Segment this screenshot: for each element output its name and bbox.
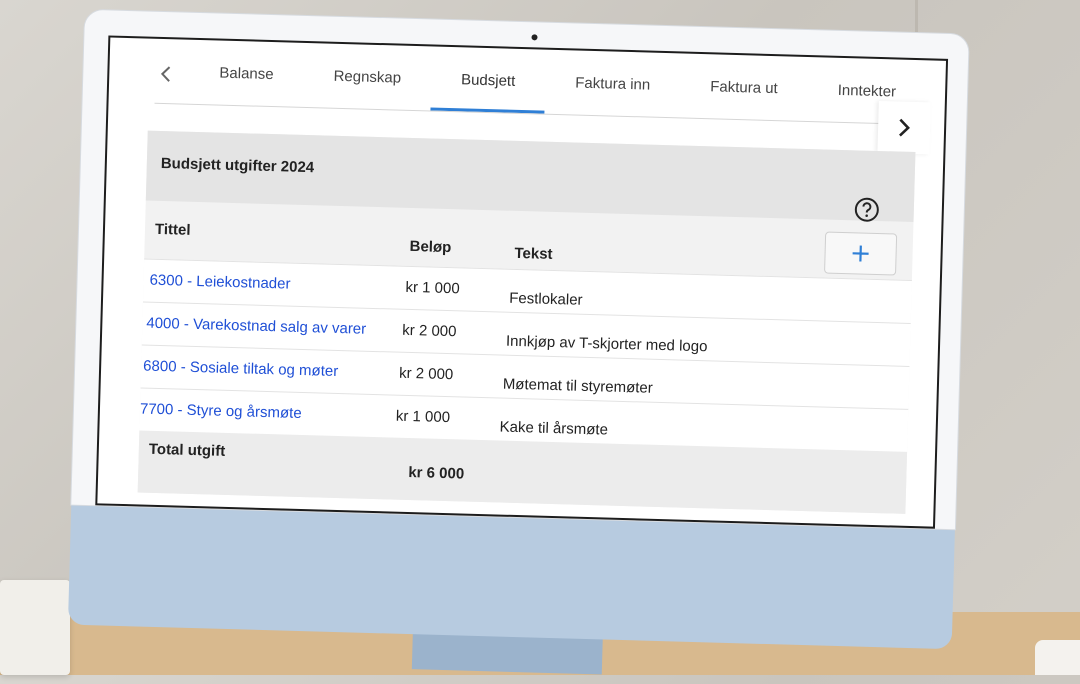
column-header-amount: Beløp: [409, 237, 452, 257]
row-title-link[interactable]: 6800 - Sosiale tiltak og møter: [143, 358, 338, 380]
budget-card: Budsjett utgifter 2024 Tittel Beløp Teks…: [137, 130, 916, 514]
row-amount: kr 2 000: [398, 364, 454, 384]
tab-bar: Balanse Regnskap Budsjett Faktura inn Fa…: [108, 37, 946, 155]
tab-budsjett[interactable]: Budsjett: [430, 46, 546, 113]
tab-label: Faktura ut: [709, 77, 778, 97]
tab-regnskap[interactable]: Regnskap: [303, 43, 432, 111]
add-row-button[interactable]: [824, 231, 898, 276]
paper-stack: [0, 580, 70, 675]
mug: [1035, 640, 1080, 675]
row-text: Kake til årsmøte: [499, 418, 609, 439]
tab-faktura-inn[interactable]: Faktura inn: [544, 50, 681, 118]
tab-faktura-ut[interactable]: Faktura ut: [679, 53, 808, 121]
column-header-title: Tittel: [154, 220, 191, 239]
chevron-right-icon[interactable]: [877, 100, 931, 155]
row-title-link[interactable]: 7700 - Styre og årsmøte: [140, 400, 302, 422]
row-text: Møtemat til styremøter: [502, 375, 654, 397]
row-amount: kr 2 000: [402, 321, 457, 341]
imac-bezel: Balanse Regnskap Budsjett Faktura inn Fa…: [71, 9, 969, 530]
row-text: Festlokaler: [508, 289, 583, 309]
help-circle-icon[interactable]: [853, 196, 880, 223]
tab-label: Faktura inn: [574, 74, 651, 94]
chevron-left-icon[interactable]: [153, 59, 178, 90]
tabs: Balanse Regnskap Budsjett Faktura inn Fa…: [189, 40, 927, 125]
tab-label: Balanse: [219, 64, 274, 83]
tab-label: Inntekter: [837, 81, 897, 100]
total-label: Total utgift: [148, 440, 226, 460]
row-amount: kr 1 000: [395, 407, 451, 427]
tab-label: Regnskap: [333, 67, 402, 87]
row-title-link[interactable]: 6300 - Leiekostnader: [149, 272, 290, 293]
total-amount: kr 6 000: [408, 463, 465, 483]
camera-icon: [531, 34, 538, 41]
imac-chin: [67, 504, 955, 650]
row-amount: kr 1 000: [405, 278, 460, 298]
app-screen: Balanse Regnskap Budsjett Faktura inn Fa…: [95, 35, 949, 529]
plus-icon: [852, 245, 869, 262]
tab-label: Budsjett: [460, 70, 516, 90]
column-header-text: Tekst: [514, 244, 553, 263]
tab-balanse[interactable]: Balanse: [189, 40, 305, 107]
row-title-link[interactable]: 4000 - Varekostnad salg av varer: [146, 315, 366, 338]
imac-device: Balanse Regnskap Budsjett Faktura inn Fa…: [67, 9, 969, 675]
page-title: Budsjett utgifter 2024: [160, 154, 315, 177]
row-text: Innkjøp av T-skjorter med logo: [505, 332, 708, 356]
